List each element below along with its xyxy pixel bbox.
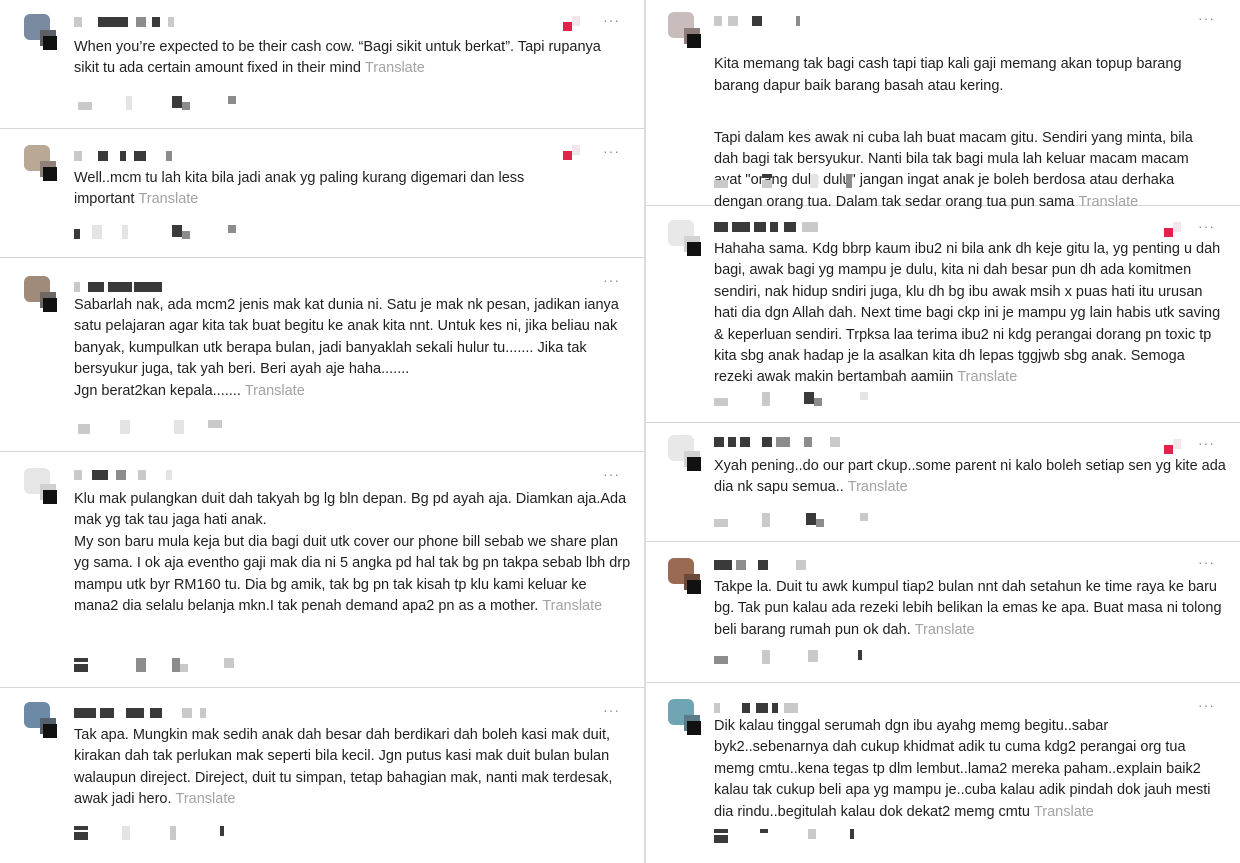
comment-card: ··· Sabarlah nak, ada mcm2 jenis mak kat… <box>0 258 644 452</box>
comment-text: Takpe la. Duit tu awk kumpul tiap2 bulan… <box>714 579 1222 638</box>
comment-text: Tak apa. Mungkin mak sedih anak dah besa… <box>74 727 613 808</box>
translate-link[interactable]: Translate <box>848 479 908 495</box>
more-options-button[interactable]: ··· <box>1198 218 1215 234</box>
comment-text: Klu mak pulangkan duit dah takyah bg lg … <box>74 491 631 615</box>
more-options-button[interactable]: ··· <box>603 12 620 28</box>
comment-card: ··· Hahaha sama. Kdg bbrp kaum ibu2 ni b… <box>646 206 1240 423</box>
comment-paragraph: Tapi dalam kes awak ni cuba lah buat mac… <box>714 129 1193 210</box>
more-options-button[interactable]: ··· <box>1198 10 1215 26</box>
translate-link[interactable]: Translate <box>915 622 975 638</box>
avatar[interactable] <box>24 276 62 314</box>
reaction-marker <box>563 151 572 160</box>
comments-column-right: ··· Kita memang tak bagi cash tapi tiap … <box>646 0 1240 863</box>
reaction-marker <box>563 22 572 31</box>
avatar[interactable] <box>668 699 706 737</box>
reaction-marker-shade <box>572 16 580 26</box>
comment-text: Well..mcm tu lah kita bila jadi anak yg … <box>74 170 525 208</box>
comment-card: ··· Xyah pening..do our part ckup..some … <box>646 423 1240 542</box>
avatar[interactable] <box>668 220 706 258</box>
comment-card: ··· When you’re expected to be their cas… <box>0 0 644 129</box>
avatar[interactable] <box>24 468 62 506</box>
comment-card: ··· Klu mak pulangkan duit dah takyah bg… <box>0 452 644 688</box>
more-options-button[interactable]: ··· <box>1198 554 1215 570</box>
comments-column-left: ··· When you’re expected to be their cas… <box>0 0 644 863</box>
comment-text: Xyah pening..do our part ckup..some pare… <box>714 458 1226 496</box>
reaction-marker-shade <box>1173 439 1181 449</box>
comment-text: When you’re expected to be their cash co… <box>74 39 601 77</box>
more-options-button[interactable]: ··· <box>603 272 620 288</box>
reaction-marker <box>1164 228 1173 237</box>
reaction-marker <box>1164 445 1173 454</box>
more-options-button[interactable]: ··· <box>1198 435 1215 451</box>
translate-link[interactable]: Translate <box>176 791 236 807</box>
comment-card: ··· Well..mcm tu lah kita bila jadi anak… <box>0 129 644 258</box>
comment-card: ··· Takpe la. Duit tu awk kumpul tiap2 b… <box>646 542 1240 683</box>
more-options-button[interactable]: ··· <box>1198 697 1215 713</box>
avatar[interactable] <box>668 12 706 50</box>
avatar[interactable] <box>24 145 62 183</box>
comment-text: Sabarlah nak, ada mcm2 jenis mak kat dun… <box>74 297 619 399</box>
comment-card: ··· Tak apa. Mungkin mak sedih anak dah … <box>0 688 644 863</box>
comment-text: Kita memang tak bagi cash tapi tiap kali… <box>714 33 1214 235</box>
translate-link[interactable]: Translate <box>957 369 1017 385</box>
translate-link[interactable]: Translate <box>138 191 198 207</box>
comment-paragraph: Kita memang tak bagi cash tapi tiap kali… <box>714 56 1182 94</box>
reaction-marker-shade <box>1173 222 1181 232</box>
reaction-marker-shade <box>572 145 580 155</box>
more-options-button[interactable]: ··· <box>603 143 620 159</box>
avatar[interactable] <box>24 702 62 740</box>
avatar[interactable] <box>668 558 706 596</box>
avatar[interactable] <box>24 14 62 52</box>
translate-link[interactable]: Translate <box>1034 804 1094 820</box>
translate-link[interactable]: Translate <box>542 598 602 614</box>
translate-link[interactable]: Translate <box>365 60 425 76</box>
comment-card: ··· Dik kalau tinggal serumah dgn ibu ay… <box>646 683 1240 863</box>
translate-link[interactable]: Translate <box>245 383 305 399</box>
comment-card: ··· Kita memang tak bagi cash tapi tiap … <box>646 0 1240 210</box>
comment-text: Hahaha sama. Kdg bbrp kaum ibu2 ni bila … <box>714 241 1221 386</box>
avatar[interactable] <box>668 435 706 473</box>
more-options-button[interactable]: ··· <box>603 702 620 718</box>
comment-text: Dik kalau tinggal serumah dgn ibu ayahg … <box>714 718 1211 820</box>
more-options-button[interactable]: ··· <box>603 466 620 482</box>
